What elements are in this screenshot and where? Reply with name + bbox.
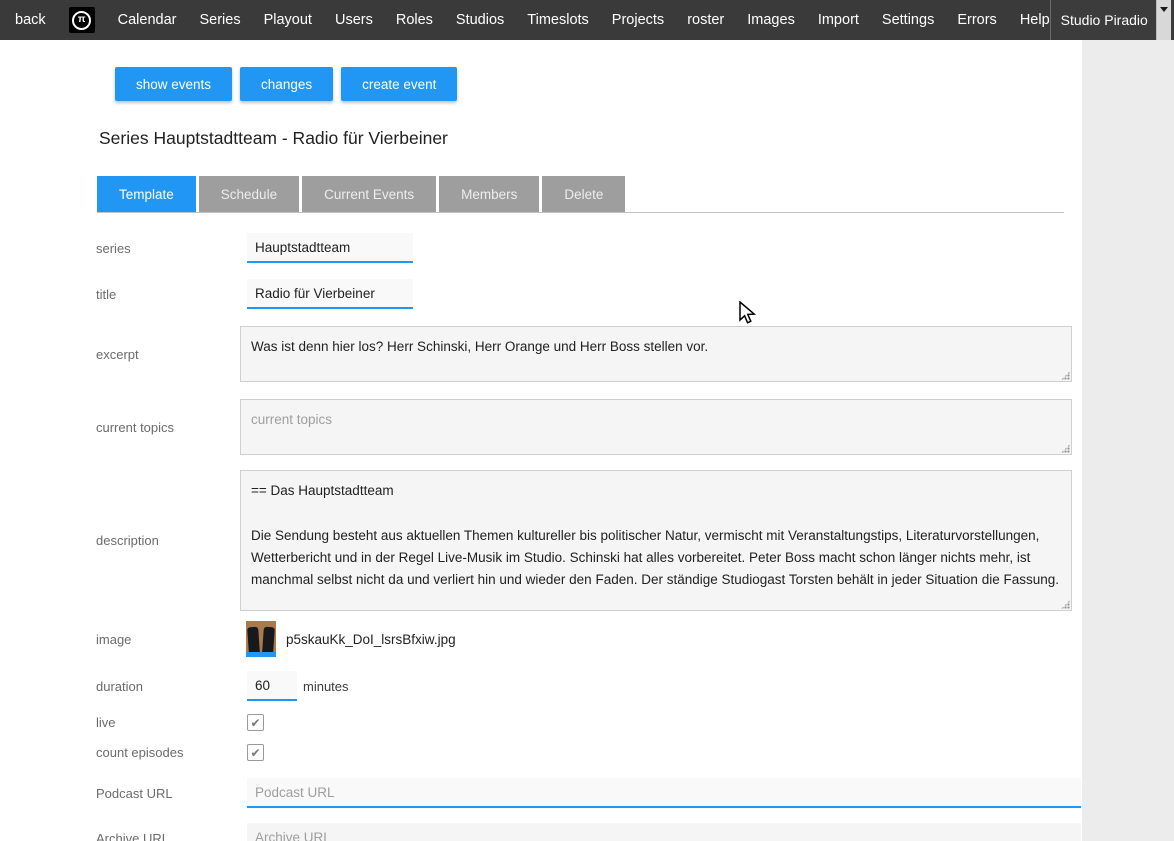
series-label: series [96, 241, 240, 256]
top-nav-bar: back π Calendar Series Playout Users Rol… [0, 0, 1174, 40]
live-label: live [96, 715, 240, 730]
current-topics-label: current topics [96, 420, 240, 435]
podcast-url-input[interactable] [247, 778, 1081, 808]
content-area: show events changes create event Series … [0, 40, 1082, 841]
nav-item-users[interactable]: Users [335, 12, 373, 28]
studio-select[interactable]: Studio Piradio [1051, 0, 1171, 40]
tab-schedule[interactable]: Schedule [199, 176, 299, 212]
series-input[interactable] [247, 233, 413, 263]
create-event-button[interactable]: create event [341, 67, 457, 101]
dropdown-arrow-icon [1156, 0, 1171, 40]
nav-item-series[interactable]: Series [199, 12, 240, 28]
podcast-url-label: Podcast URL [96, 786, 240, 801]
nav-item-roles[interactable]: Roles [396, 12, 433, 28]
live-checkbox[interactable] [247, 714, 264, 731]
tab-current-events[interactable]: Current Events [302, 176, 436, 212]
nav-item-timeslots[interactable]: Timeslots [527, 12, 589, 28]
description-textarea[interactable]: == Das Hauptstadtteam Die Sendung besteh… [240, 470, 1072, 611]
nav-item-errors[interactable]: Errors [957, 12, 996, 28]
changes-button[interactable]: changes [240, 67, 333, 101]
tab-delete[interactable]: Delete [542, 176, 625, 212]
archive-url-label: Archive URL [96, 831, 240, 841]
tab-template[interactable]: Template [97, 176, 196, 212]
thumbnail-figure [247, 627, 260, 654]
image-filename: p5skauKk_DoI_lsrsBfxiw.jpg [286, 632, 456, 647]
piradio-logo-icon[interactable]: π [69, 7, 95, 33]
nav-item-images[interactable]: Images [747, 12, 795, 28]
excerpt-textarea[interactable]: Was ist denn hier los? Herr Schinski, He… [240, 326, 1072, 382]
nav-item-import[interactable]: Import [818, 12, 859, 28]
title-label: title [96, 287, 240, 302]
nav-item-settings[interactable]: Settings [882, 12, 934, 28]
series-template-form: series title excerpt Was ist denn hier l… [0, 233, 1082, 841]
toolbar: show events changes create event [0, 40, 1082, 101]
studio-select-value: Studio Piradio [1051, 12, 1156, 28]
description-label: description [96, 533, 240, 548]
nav-item-playout[interactable]: Playout [264, 12, 312, 28]
duration-label: duration [96, 679, 240, 694]
tab-members[interactable]: Members [439, 176, 539, 212]
show-events-button[interactable]: show events [115, 67, 232, 101]
series-image-thumbnail[interactable] [246, 621, 276, 657]
nav-item-calendar[interactable]: Calendar [118, 12, 177, 28]
image-label: image [96, 632, 240, 647]
duration-input[interactable] [247, 671, 297, 701]
excerpt-label: excerpt [96, 347, 240, 362]
back-link[interactable]: back [15, 12, 46, 28]
nav-item-projects[interactable]: Projects [612, 12, 664, 28]
archive-url-input[interactable] [247, 823, 1081, 841]
thumbnail-figure [262, 627, 275, 654]
nav-item-studios[interactable]: Studios [456, 12, 504, 28]
count-episodes-label: count episodes [96, 745, 240, 760]
title-input[interactable] [247, 279, 413, 309]
current-topics-textarea[interactable] [240, 399, 1072, 455]
page-title: Series Hauptstadtteam - Radio für Vierbe… [99, 128, 1082, 149]
tab-bar: Template Schedule Current Events Members… [97, 176, 1064, 213]
nav-item-roster[interactable]: roster [687, 12, 724, 28]
duration-unit-label: minutes [303, 679, 349, 694]
nav-item-help[interactable]: Help [1020, 12, 1050, 28]
thumbnail-accent-bar [246, 652, 276, 657]
count-episodes-checkbox[interactable] [247, 744, 264, 761]
